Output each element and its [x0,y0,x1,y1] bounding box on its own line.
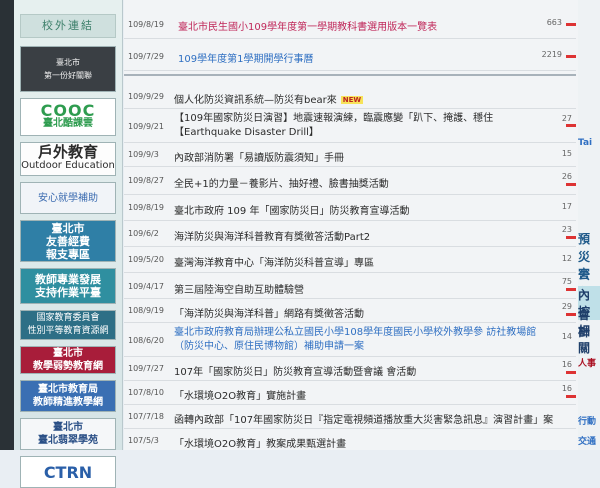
item-date: 107/5/3 [128,436,159,445]
item-date: 107/8/10 [128,388,164,397]
new-badge: NEW [340,96,364,104]
list-item[interactable]: 109/8/19 臺北市民生國小109學年度第一學期教科書選用版本一覽表 663 [124,8,576,39]
banner-teacher-development[interactable]: 教師專業發展 支持作業平臺 [20,268,116,304]
item-title-link[interactable]: 臺北市政府 109 年「國家防災日」防災教育宣導活動 [174,202,556,217]
right-panel: Tai 預 災害 公限 內控 會計 相關 人事 行動 交通 [578,0,600,450]
banner-gender-equality[interactable]: 國家教育委員會 性別平等教育資源網 [20,310,116,340]
item-date: 109/5/20 [128,255,164,264]
sidebar-header: 校外連結 [20,14,116,38]
right-label[interactable]: 預 [578,230,600,247]
banner-outdoor-education[interactable]: 戶外教育 Outdoor Education [20,142,116,176]
list-item[interactable]: 109/9/21 【109年國家防災日演習】地震速報演練，臨震應變「趴下、掩護、… [124,110,576,143]
list-item[interactable]: 109/4/17 第三屆陸海空自助互助體驗營 75 [124,274,576,299]
item-title-link[interactable]: 「水環境O2O教育」教案成果甄選計畫 [174,435,556,450]
banner-teacher-teaching[interactable]: 臺北市教育局 教師精進教學網 [20,380,116,412]
screen-bezel [0,0,14,450]
item-title-link[interactable]: 臺北市政府教育局辦理公私立國民小學108學年度國民小學校外教學參 訪社教場館（防… [174,326,556,354]
list-item[interactable]: 107/8/10 「水環境O2O教育」實施計畫 16 [124,382,576,405]
announcement-list: 109/8/19 臺北市民生國小109學年度第一學期教科書選用版本一覽表 663… [124,0,580,450]
view-count: 17 [561,202,572,211]
item-date: 108/9/19 [128,306,164,315]
banner-jade-academy[interactable]: 臺北市 臺北翡翠學苑 [20,418,116,450]
banner-cooc-cloud[interactable]: COOC 臺北酷課雲 [20,98,116,136]
item-date: 107/7/18 [128,412,164,421]
banner-disadvantaged-education[interactable]: 臺北市 教學弱勢教育網 [20,346,116,374]
sidebar-external-links: 校外連結 臺北市 第一份好關聯 COOC 臺北酷課雲 戶外教育 Outdoor … [14,0,123,488]
popularity-bar [566,23,576,26]
list-item[interactable]: 108/6/20 臺北市政府教育局辦理公私立國民小學108學年度國民小學校外教學… [124,324,576,357]
banner-school-subsidy[interactable]: 安心就學補助 [20,182,116,214]
popularity-bar [566,288,576,291]
item-title-link[interactable]: 全民+1的力量－養影片、抽好禮、臉書抽獎活動 [174,175,556,190]
item-date: 109/9/21 [128,122,164,131]
view-count: 23 [561,225,572,234]
section-divider [124,74,576,76]
view-count: 12 [561,254,572,263]
list-item[interactable]: 107/7/18 函轉內政部「107年國家防災日『指定電視頻道播放重大災害緊急訊… [124,406,576,429]
item-date: 109/4/17 [128,282,164,291]
view-count: 15 [561,149,572,158]
banner-friendly-funds[interactable]: 臺北市 友善經費 報支專區 [20,220,116,262]
list-item[interactable]: 108/9/19 「海洋防災與海洋科普」網路有獎徵答活動 29 [124,300,576,323]
popularity-bar [566,183,576,186]
right-label[interactable]: 相關 [578,322,600,356]
item-date: 109/7/29 [128,52,164,61]
popularity-bar [566,371,576,374]
popularity-bar [566,55,576,58]
item-title-link[interactable]: 第三屆陸海空自助互助體驗營 [174,281,556,296]
item-title-link[interactable]: 臺北市民生國小109學年度第一學期教科書選用版本一覽表 [178,18,560,33]
view-count: 27 [561,114,572,123]
item-title-link[interactable]: 「水環境O2O教育」實施計畫 [174,387,556,402]
popularity-bar [566,395,576,398]
item-title-link[interactable]: 109學年度第1學期開學行事曆 [178,50,560,65]
list-item[interactable]: 109/7/27 107年「國家防災日」防災教育宣導活動暨會議 會活動 16 [124,358,576,381]
item-date: 109/7/27 [128,364,164,373]
list-item[interactable]: 109/8/27 全民+1的力量－養影片、抽好禮、臉書抽獎活動 26 [124,168,576,195]
view-count: 16 [561,384,572,393]
item-date: 109/6/2 [128,229,159,238]
item-title-link[interactable]: 海洋防災與海洋科普教育有獎徵答活動Part2 [174,228,556,243]
popularity-bar [566,236,576,239]
list-item[interactable]: 107/5/3 「水環境O2O教育」教案成果甄選計畫 [124,430,576,450]
banner-taipei-first[interactable]: 臺北市 第一份好關聯 [20,46,116,92]
view-count: 75 [561,277,572,286]
item-title-link[interactable]: 臺灣海洋教育中心「海洋防災科普宣導」專區 [174,254,556,269]
item-title-link[interactable]: 【109年國家防災日演習】地震速報演練，臨震應變「趴下、掩護、穩住【Earthq… [174,112,556,140]
view-count: 2219 [541,50,562,59]
list-item[interactable]: 109/8/19 臺北市政府 109 年「國家防災日」防災教育宣導活動 17 [124,196,576,221]
item-date: 109/9/3 [128,150,159,159]
right-label[interactable]: 行動 [578,414,600,427]
view-count: 663 [546,18,562,27]
item-title-link[interactable]: 107年「國家防災日」防災教育宣導活動暨會議 會活動 [174,363,556,378]
list-item[interactable]: 109/9/3 內政部消防署「易讀版防震須知」手冊 15 [124,144,576,167]
list-item[interactable]: 109/9/29 個人化防災資訊系統—防災有bear來 NEW [124,86,576,109]
list-item[interactable]: 109/5/20 臺灣海洋教育中心「海洋防災科普宣導」專區 12 [124,248,576,273]
right-label[interactable]: Tai [578,138,600,148]
list-item[interactable]: 109/7/29 109學年度第1學期開學行事曆 2219 [124,40,576,71]
right-label[interactable]: 交通 [578,434,600,447]
banner-ctrn[interactable]: CTRN [20,456,116,488]
view-count: 26 [561,172,572,181]
view-count: 16 [561,360,572,369]
item-title-link[interactable]: 函轉內政部「107年國家防災日『指定電視頻道播放重大災害緊急訊息』演習計畫」案 [174,411,556,426]
view-count: 14 [561,332,572,341]
item-title-link[interactable]: 個人化防災資訊系統—防災有bear來 NEW [174,91,556,106]
item-date: 109/8/19 [128,20,164,29]
item-date: 109/8/27 [128,176,164,185]
item-title-link[interactable]: 「海洋防災與海洋科普」網路有獎徵答活動 [174,305,556,320]
list-item[interactable]: 109/6/2 海洋防災與海洋科普教育有獎徵答活動Part2 23 [124,222,576,247]
view-count: 29 [561,302,572,311]
item-date: 109/9/29 [128,92,164,101]
item-date: 109/8/19 [128,203,164,212]
right-label[interactable]: 人事 [578,356,600,369]
popularity-bar [566,124,576,127]
item-title-link[interactable]: 內政部消防署「易讀版防震須知」手冊 [174,149,556,164]
popularity-bar [566,313,576,316]
item-date: 108/6/20 [128,336,164,345]
item-title-text: 個人化防災資訊系統—防災有bear來 [174,95,337,106]
